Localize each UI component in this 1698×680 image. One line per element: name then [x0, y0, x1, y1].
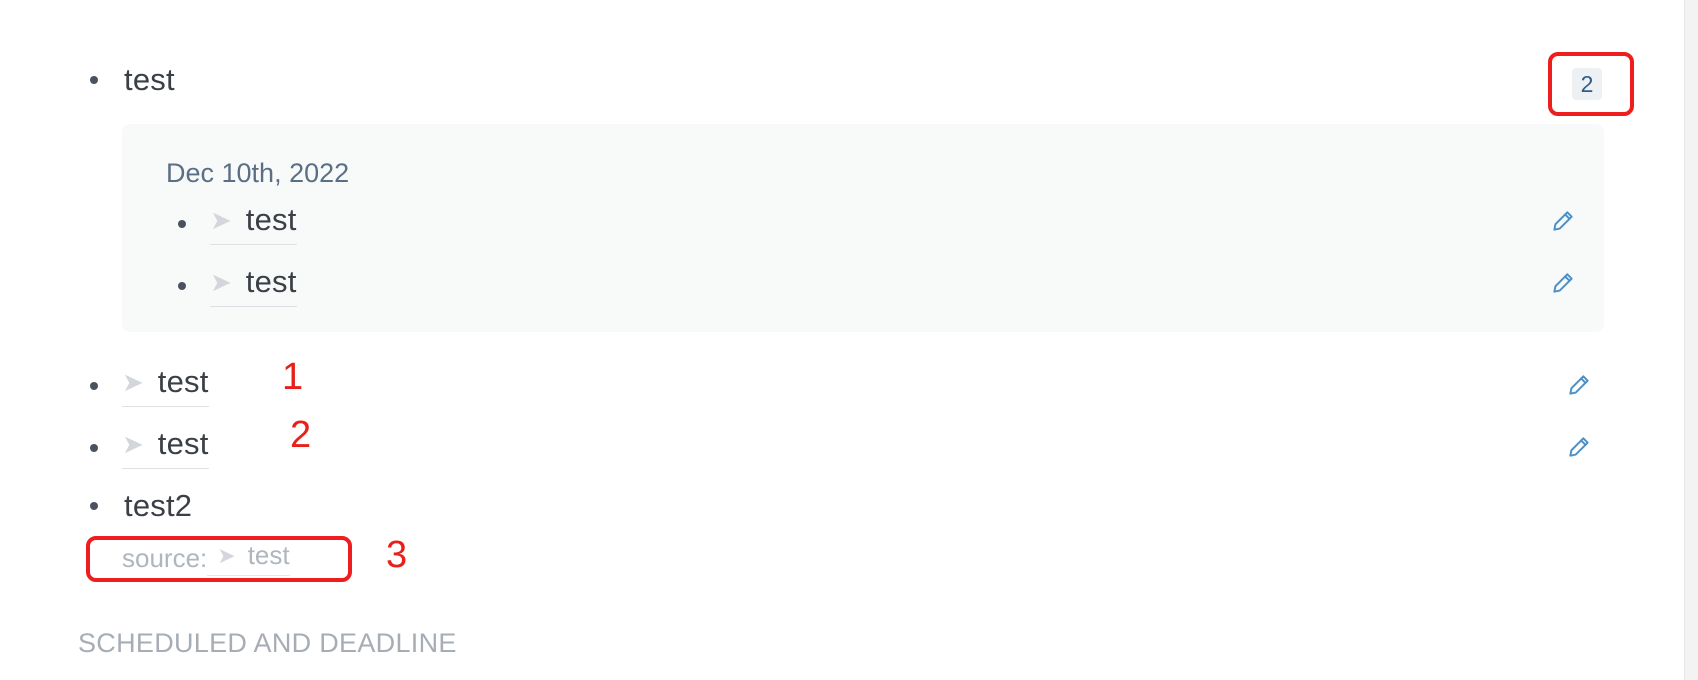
- block-ref[interactable]: ➤ test: [122, 364, 209, 407]
- arrow-right-icon: ➤: [122, 367, 144, 397]
- block-ref-text[interactable]: test: [246, 264, 297, 300]
- annotation-box-count: [1548, 52, 1634, 116]
- pencil-icon[interactable]: [1550, 208, 1576, 234]
- block-ref[interactable]: ➤ test: [210, 202, 297, 245]
- block-ref-text[interactable]: test: [158, 426, 209, 462]
- bullet-icon[interactable]: [90, 443, 98, 452]
- arrow-right-icon: ➤: [210, 267, 232, 297]
- arrow-right-icon: ➤: [210, 205, 232, 235]
- annotation-box-source: [86, 536, 352, 582]
- block-ref-text[interactable]: test: [246, 202, 297, 238]
- reference-item[interactable]: ➤ test: [178, 264, 297, 307]
- pencil-icon[interactable]: [1566, 372, 1592, 398]
- outline-item[interactable]: ➤ test: [90, 364, 209, 407]
- block-ref-text[interactable]: test: [158, 364, 209, 400]
- section-title[interactable]: SCHEDULED AND DEADLINE: [78, 628, 457, 659]
- block-text[interactable]: test: [124, 62, 175, 98]
- bullet-icon[interactable]: [90, 381, 98, 390]
- bullet-icon[interactable]: [178, 281, 186, 290]
- pencil-icon[interactable]: [1566, 434, 1592, 460]
- block-test[interactable]: test: [90, 62, 175, 98]
- bullet-icon[interactable]: [90, 502, 98, 510]
- scrollbar[interactable]: [1684, 0, 1698, 680]
- annotation-number: 1: [282, 356, 304, 398]
- block-text[interactable]: test2: [124, 488, 192, 524]
- references-panel: [122, 124, 1604, 332]
- annotation-number: 3: [386, 534, 408, 576]
- block-ref[interactable]: ➤ test: [210, 264, 297, 307]
- bullet-icon[interactable]: [178, 219, 186, 228]
- reference-item[interactable]: ➤ test: [178, 202, 297, 245]
- reference-date[interactable]: Dec 10th, 2022: [166, 158, 349, 189]
- block-test2[interactable]: test2: [90, 488, 192, 524]
- annotation-number: 2: [290, 414, 312, 456]
- bullet-icon[interactable]: [90, 76, 98, 84]
- block-ref[interactable]: ➤ test: [122, 426, 209, 469]
- outline-item[interactable]: ➤ test: [90, 426, 209, 469]
- pencil-icon[interactable]: [1550, 270, 1576, 296]
- arrow-right-icon: ➤: [122, 429, 144, 459]
